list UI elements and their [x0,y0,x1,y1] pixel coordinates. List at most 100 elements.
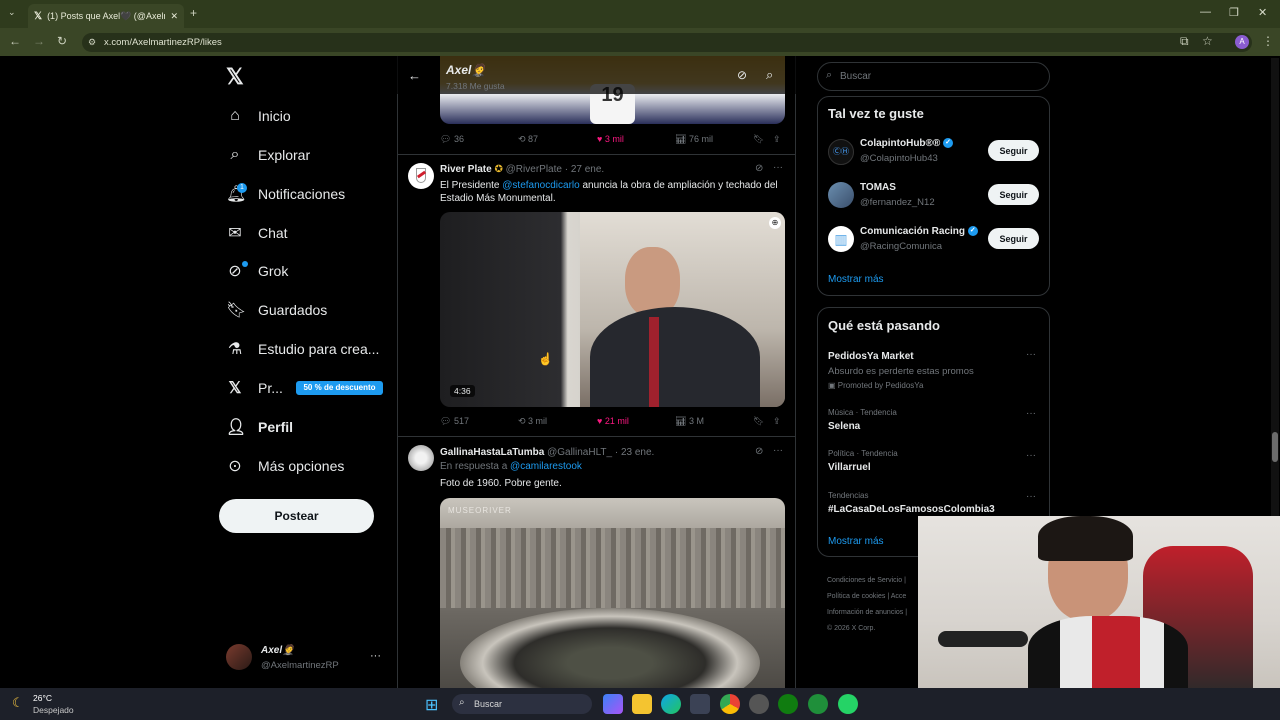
xbox-icon[interactable] [778,694,798,714]
bookmark-icon[interactable]: 🔖︎ [753,416,764,427]
mail-icon: ✉ [228,225,242,242]
profile-avatar-icon[interactable]: A [1235,35,1249,49]
nav-item-perfil[interactable]: 👤︎ Perfil [226,412,293,442]
like-button[interactable]: ♥ 3 mil [597,134,624,144]
minimize-icon[interactable]: — [1200,6,1211,18]
close-window-icon[interactable]: ✕ [1258,6,1267,19]
install-icon[interactable]: ⧉ [1180,34,1189,49]
share-icon[interactable]: ⇪ [773,134,781,145]
suggestion-name[interactable]: ColapintoHub®® ✓ [860,138,954,149]
nav-item-mas-opciones[interactable]: ⊙ Más opciones [226,451,344,481]
browser-tab[interactable]: 𝕏 (1) Posts que Axel🖤 (@Axelm ✕ [28,4,184,28]
nav-item-inicio[interactable]: ⌂ Inicio [226,101,291,131]
back-arrow-icon[interactable]: ← [408,68,421,83]
nav-item-premium[interactable]: 𝕏 Pr... [226,373,283,403]
views-button[interactable]: 📊︎ 3 M [675,416,704,427]
moon-icon: ☾ [12,695,24,710]
grok-explain-icon[interactable]: ⊘ [755,446,763,457]
trend-more-icon[interactable]: ··· [1026,450,1036,461]
suggestion-name[interactable]: Comunicación Racing ✓ [860,226,978,237]
x-logo-icon[interactable]: 𝕏 [226,64,244,90]
trend-more-icon[interactable]: ··· [1026,349,1036,360]
bookmark-icon[interactable]: 🔖︎ [753,134,764,145]
avatar[interactable]: ▥ [828,226,854,252]
grok-circle-icon[interactable]: ⊘ [737,68,747,82]
nav-item-explorar[interactable]: ⌕ Explorar [226,140,311,170]
reload-icon[interactable]: ↻ [57,34,67,48]
edge-icon[interactable] [661,694,681,714]
post-date[interactable]: · 23 ene. [615,447,654,458]
post-date[interactable]: · 27 ene. [565,164,604,175]
weather-temp[interactable]: 26°C [33,693,52,703]
follow-button[interactable]: Seguir [988,184,1039,205]
follow-button[interactable]: Seguir [988,228,1039,249]
avatar[interactable]: ⒸⒽ [828,139,854,165]
gallina-avatar[interactable] [408,445,434,471]
nav-item-grok[interactable]: ⊘ Grok [226,256,288,286]
avatar[interactable] [828,182,854,208]
trend-name[interactable]: PedidosYa Market [828,351,914,362]
star-icon[interactable]: ☆ [1202,34,1213,48]
trend-more-icon[interactable]: ··· [1026,408,1036,419]
post-image[interactable]: MUSEORIVER [440,498,785,688]
trend-name[interactable]: #LaCasaDeLosFamososColombia3 [828,504,995,515]
account-more-icon[interactable]: ··· [370,650,381,662]
repost-button[interactable]: ⟲ 3 mil [518,416,547,427]
trends-show-more-link[interactable]: Mostrar más [828,536,884,547]
show-more-link[interactable]: Mostrar más [828,274,884,285]
trend-more-icon[interactable]: ··· [1026,491,1036,502]
home-icon: ⌂ [230,107,240,124]
scrollbar-thumb[interactable] [1272,432,1278,462]
avatar[interactable] [226,644,252,670]
notification-badge: 1 [237,183,247,193]
reply-button[interactable]: 💬︎ 36 [440,134,464,145]
forward-icon[interactable]: → [33,34,45,48]
search-input[interactable]: Buscar [817,62,1050,91]
like-button[interactable]: ♥ 21 mil [597,416,629,426]
trend-name[interactable]: Villarruel [828,462,871,473]
store-icon[interactable] [690,694,710,714]
author-name[interactable]: River Plate [440,164,492,175]
views-button[interactable]: 📊︎ 76 mil [675,134,713,145]
share-icon[interactable]: ⇪ [773,416,781,427]
nav-item-chat[interactable]: ✉ Chat [226,218,287,248]
chrome-icon[interactable] [720,694,740,714]
suggestion-name[interactable]: TOMAS [860,182,896,193]
author-handle[interactable]: @RiverPlate [506,164,562,175]
author-handle[interactable]: @GallinaHLT_ [547,447,612,458]
post-more-icon[interactable]: ··· [773,162,783,173]
grok-explain-icon[interactable]: ⊘ [755,163,763,174]
site-info-icon[interactable]: ⚙ [88,37,96,48]
nav-item-estudio[interactable]: ⚗ Estudio para crea... [226,334,380,364]
close-tab-icon[interactable]: ✕ [170,11,178,22]
flask-icon: ⚗ [227,341,243,358]
follow-button[interactable]: Seguir [988,140,1039,161]
address-bar[interactable]: x.com/AxelmartinezRP/likes [82,33,1252,52]
windows-start-icon[interactable]: ⊞ [425,695,438,715]
post-actions: 💬︎ 517 ⟲ 3 mil ♥ 21 mil 📊︎ 3 M 🔖︎ ⇪ [440,416,785,428]
file-explorer-icon[interactable] [632,694,652,714]
whatsapp-icon[interactable] [838,694,858,714]
mention-link[interactable]: @stefanocdicarlo [502,180,579,191]
nav-item-guardados[interactable]: 🔖︎ Guardados [226,295,327,325]
video-player[interactable]: ⊕ 4:36 [440,212,785,407]
bookmark-icon: 🔖︎ [226,302,247,319]
copilot-icon[interactable] [603,694,623,714]
xbox-app-icon[interactable] [808,694,828,714]
search-icon[interactable]: ⌕ [766,67,773,83]
menu-icon[interactable]: ⋮ [1262,34,1274,48]
post-more-icon[interactable]: ··· [773,445,783,456]
post-button[interactable]: Postear [219,499,374,533]
river-avatar[interactable] [408,163,434,189]
reply-to-link[interactable]: @camilarestook [510,461,582,472]
reply-button[interactable]: 💬︎ 517 [440,416,469,427]
back-icon[interactable]: ← [9,34,21,48]
repost-button[interactable]: ⟲ 87 [518,134,538,145]
tab-list-icon[interactable]: ⌄ [8,7,16,18]
author-name[interactable]: GallinaHastaLaTumba [440,447,544,458]
maximize-icon[interactable]: ❐ [1229,6,1239,19]
steam-icon[interactable] [749,694,769,714]
taskbar-search[interactable]: Buscar [452,694,592,714]
new-tab-icon[interactable]: + [190,6,197,20]
trend-name[interactable]: Selena [828,421,860,432]
